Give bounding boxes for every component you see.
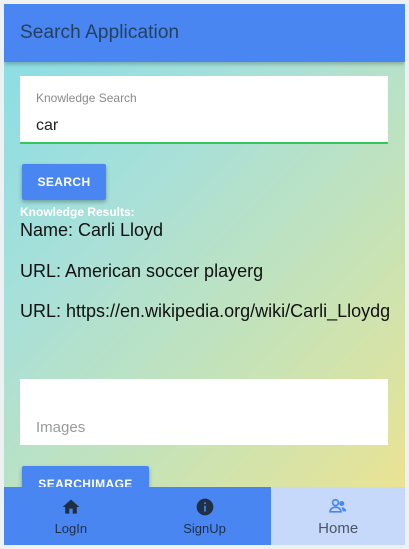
- nav-label-login: LogIn: [54, 520, 88, 536]
- page-title: Search Application: [20, 22, 180, 43]
- people-icon: [329, 498, 347, 513]
- search-button[interactable]: SEARCH: [22, 164, 106, 200]
- app-bar: Search Application: [4, 4, 405, 62]
- knowledge-search-field[interactable]: Knowledge Search car: [20, 76, 388, 144]
- nav-label-home: Home: [318, 519, 359, 537]
- nav-item-login[interactable]: LogIn: [4, 487, 138, 545]
- knowledge-results-heading: Knowledge Results:: [20, 205, 135, 219]
- knowledge-search-label: Knowledge Search: [36, 91, 137, 105]
- result-description: URL: American soccer playerg: [20, 261, 264, 281]
- images-input[interactable]: Images: [36, 419, 85, 436]
- bottom-navigation: LogIn SignUp Home: [4, 487, 405, 545]
- info-icon: [196, 498, 213, 515]
- knowledge-search-input[interactable]: car: [36, 117, 58, 135]
- result-url: URL: https://en.wikipedia.org/wiki/Carli…: [20, 301, 391, 321]
- nav-item-signup[interactable]: SignUp: [138, 487, 272, 545]
- nav-item-home[interactable]: Home: [271, 487, 405, 545]
- images-field[interactable]: Images: [20, 379, 388, 445]
- result-name: Name: Carli Lloyd: [20, 220, 164, 240]
- app-frame: Search Application Knowledge Search car …: [4, 4, 405, 545]
- nav-label-signup: SignUp: [183, 520, 226, 536]
- home-icon: [62, 499, 80, 514]
